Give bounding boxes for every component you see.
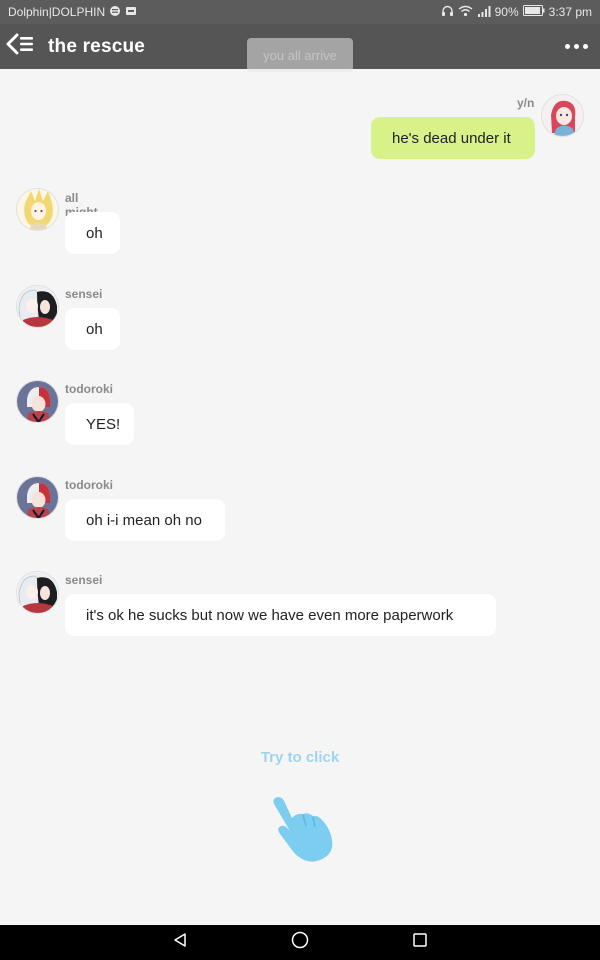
status-bar: Dolphin|DOLPHIN 90% 3:37 pm bbox=[0, 0, 600, 24]
signal-icon bbox=[477, 5, 491, 20]
more-options-button[interactable] bbox=[560, 32, 592, 60]
nav-home-button[interactable] bbox=[290, 931, 310, 954]
message-text: oh bbox=[86, 320, 103, 338]
image-notification-icon bbox=[125, 5, 137, 20]
status-right: 90% 3:37 pm bbox=[441, 5, 592, 20]
scene-banner: you all arrive bbox=[247, 38, 353, 72]
back-arrow-menu-icon bbox=[6, 33, 36, 60]
navigation-bar bbox=[0, 925, 600, 960]
sender-name: sensei bbox=[65, 573, 103, 587]
sender-name: y/n bbox=[517, 96, 535, 110]
message-bubble: it's ok he sucks but now we have even mo… bbox=[65, 594, 496, 636]
more-dots-icon bbox=[564, 43, 570, 49]
try-to-click-prompt[interactable]: Try to click bbox=[0, 749, 600, 766]
nav-recent-button[interactable] bbox=[410, 933, 430, 953]
avatar[interactable] bbox=[16, 476, 59, 519]
message-text: YES! bbox=[86, 415, 121, 433]
battery-percent: 90% bbox=[494, 5, 519, 19]
message-bubble-mine: he's dead under it bbox=[371, 117, 535, 159]
headphones-icon bbox=[441, 5, 454, 20]
wifi-icon bbox=[458, 5, 473, 20]
avatar[interactable] bbox=[16, 188, 59, 231]
back-button[interactable] bbox=[2, 24, 40, 69]
sender-name: sensei bbox=[65, 287, 103, 301]
battery-icon bbox=[522, 5, 545, 19]
pointing-hand-icon[interactable] bbox=[266, 794, 338, 866]
clock: 3:37 pm bbox=[548, 5, 592, 19]
message-text: he's dead under it bbox=[392, 129, 511, 147]
sender-name: todoroki bbox=[65, 382, 113, 396]
avatar[interactable] bbox=[541, 94, 584, 137]
square-recent-icon bbox=[412, 932, 428, 953]
message-text: oh i-i mean oh no bbox=[86, 511, 202, 529]
circle-home-icon bbox=[291, 931, 309, 954]
chat-title: the rescue bbox=[48, 35, 146, 57]
avatar[interactable] bbox=[16, 571, 59, 614]
status-left: Dolphin|DOLPHIN bbox=[8, 5, 137, 20]
carrier-label: Dolphin|DOLPHIN bbox=[8, 5, 106, 19]
message-text: oh bbox=[86, 224, 103, 242]
message-bubble: oh bbox=[65, 308, 120, 350]
nav-back-button[interactable] bbox=[170, 933, 190, 953]
message-bubble: YES! bbox=[65, 403, 134, 445]
avatar[interactable] bbox=[16, 380, 59, 423]
message-bubble: oh bbox=[65, 212, 120, 254]
avatar[interactable] bbox=[16, 285, 59, 328]
sync-icon bbox=[109, 5, 121, 20]
sender-name: todoroki bbox=[65, 478, 113, 492]
message-bubble: oh i-i mean oh no bbox=[65, 499, 225, 541]
triangle-back-icon bbox=[172, 932, 188, 953]
message-text: it's ok he sucks but now we have even mo… bbox=[86, 606, 454, 624]
